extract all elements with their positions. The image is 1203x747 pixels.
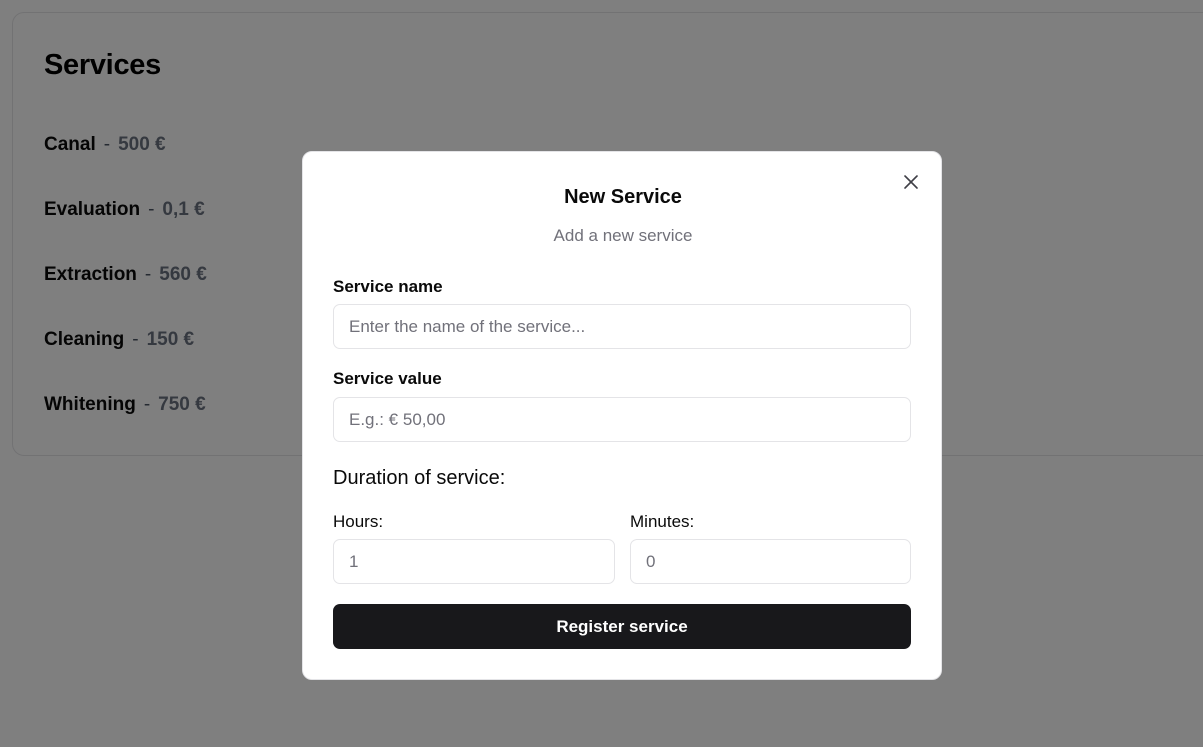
hours-label: Hours: <box>333 512 384 531</box>
register-service-button[interactable]: Register service <box>333 604 911 649</box>
service-name-label: Service name <box>333 277 443 296</box>
duration-heading: Duration of service: <box>333 467 506 489</box>
dialog-title: New Service <box>564 186 682 208</box>
service-value-label: Service value <box>333 369 442 388</box>
page: Services Canal-500 € Evaluation-0,1 € Ex… <box>0 0 1203 747</box>
new-service-dialog: New Service Add a new service Service na… <box>302 151 942 680</box>
minutes-label: Minutes: <box>630 512 695 531</box>
hours-input[interactable] <box>333 539 615 584</box>
minutes-input[interactable] <box>630 539 911 584</box>
service-value-input[interactable] <box>333 397 911 442</box>
service-name-input[interactable] <box>333 304 911 349</box>
dialog-subtitle: Add a new service <box>553 226 693 245</box>
